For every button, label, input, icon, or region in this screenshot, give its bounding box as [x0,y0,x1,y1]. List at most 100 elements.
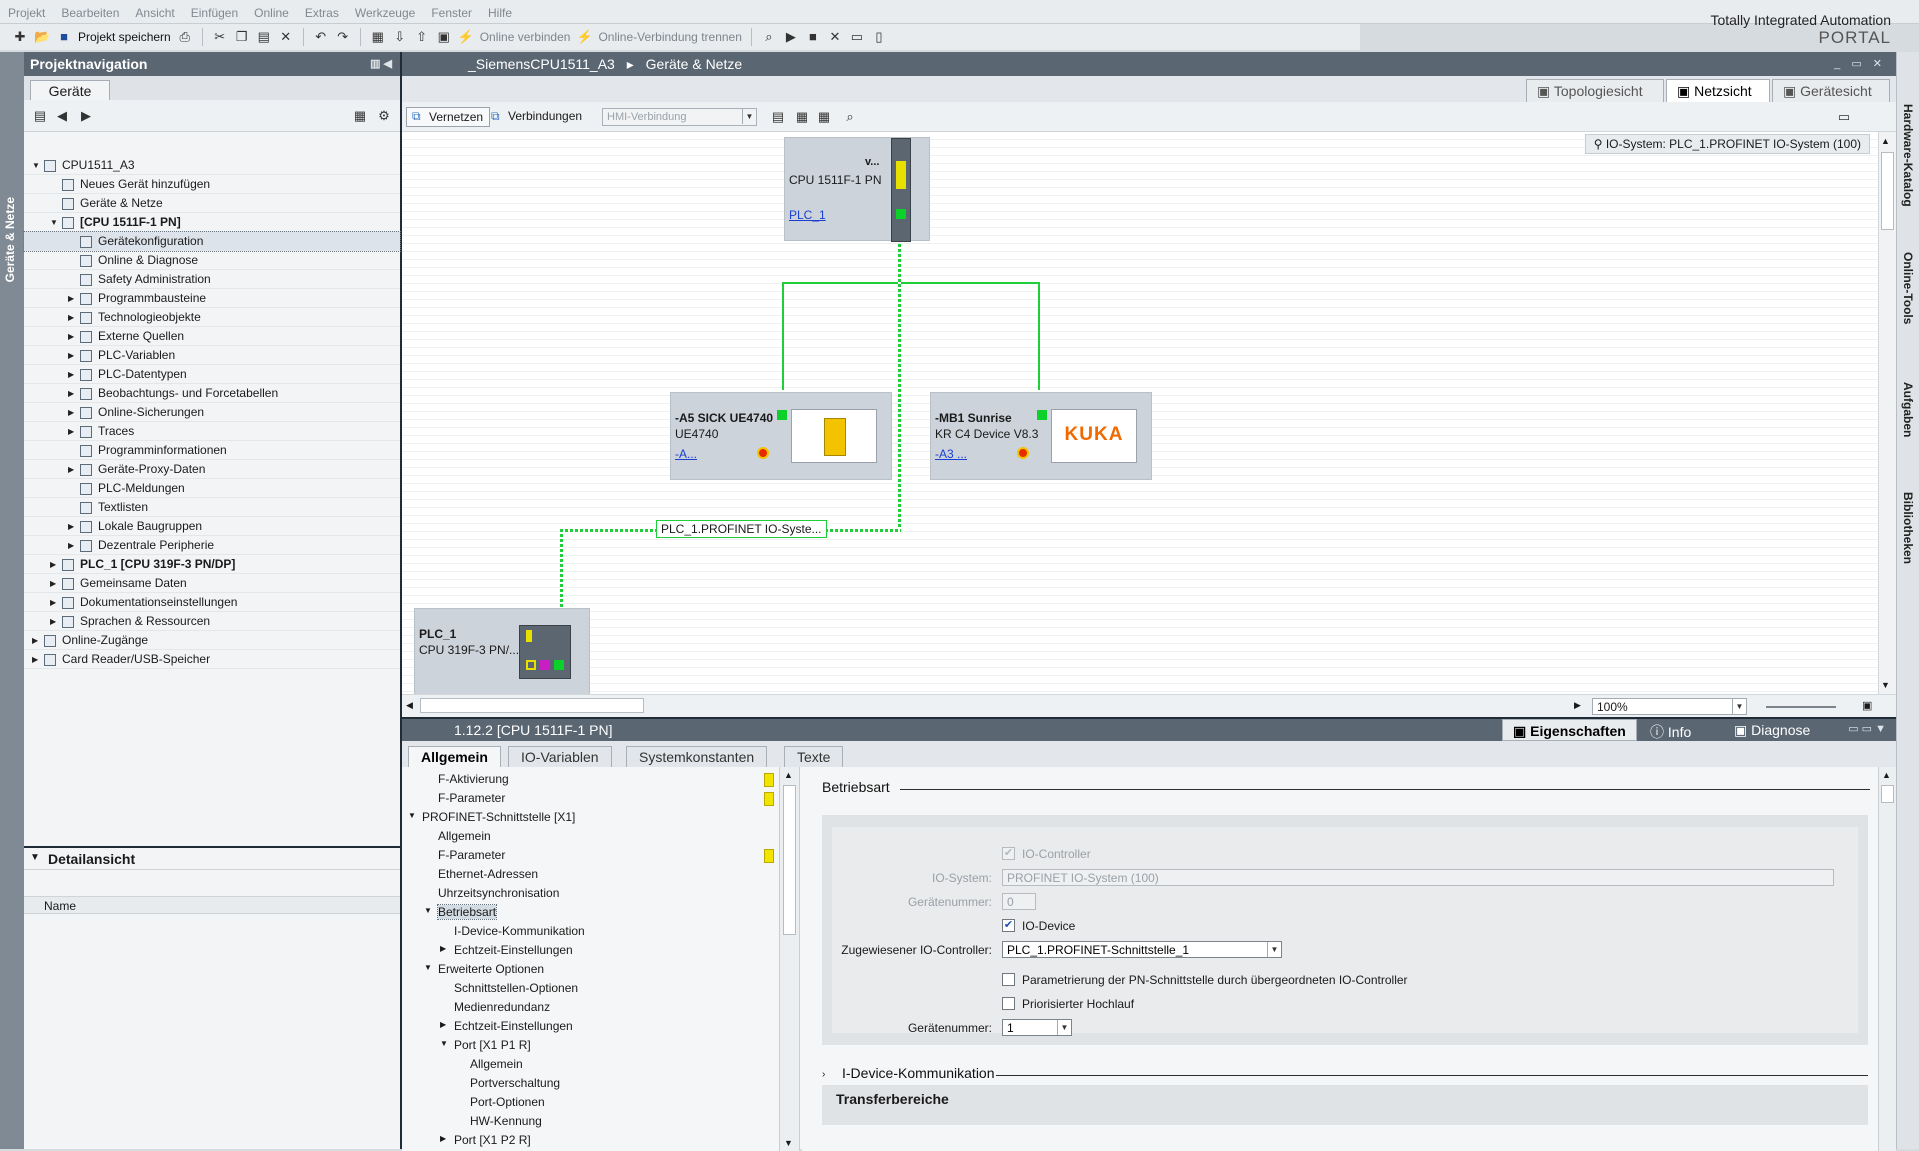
property-tree-item[interactable]: ▶ Echtzeit-Einstellungen [402,1018,779,1036]
tree-item[interactable]: ▶ Geräte-Proxy-Daten [24,460,400,479]
save-icon[interactable]: ■ [56,29,72,45]
device-sick-ue4740[interactable]: -A5 SICK UE4740 UE4740 -A... [670,392,892,480]
close-icon[interactable]: ✕ [827,29,843,45]
property-tree-item[interactable]: ▼ Port [X1 P1 R] [402,1037,779,1055]
port-icon[interactable] [554,660,564,670]
compile-icon[interactable]: ▦ [370,29,386,45]
tree-item[interactable]: ▶ Technologieobjekte [24,308,400,327]
port-icon[interactable] [1037,410,1047,420]
tab-properties[interactable]: ▣ Eigenschaften [1502,719,1637,741]
property-tree-item[interactable]: ▶ Echtzeit-Einstellungen [402,942,779,960]
tree-item[interactable]: ▶ Lokale Baugruppen [24,517,400,536]
disconnect-online-icon[interactable]: ⚡ [576,29,592,45]
collapsed-arrow-icon[interactable]: ▶ [440,944,446,953]
breadcrumb-project[interactable]: _SiemensCPU1511_A3 [414,56,615,72]
scroll-up-icon[interactable]: ▲ [784,770,793,780]
zoom-select[interactable]: 100% ▼ [1592,698,1747,715]
collapsed-arrow-icon[interactable]: ▶ [50,574,56,593]
collapsed-arrow-icon[interactable]: ▶ [68,460,74,479]
tree-options-icon[interactable]: ⚙ [376,108,392,124]
collapsed-arrow-icon[interactable]: ▶ [68,327,74,346]
upload-icon[interactable]: ⇧ [414,29,430,45]
print-icon[interactable]: ⎙ [177,29,193,45]
io-device-checkbox[interactable]: ✔ [1002,919,1015,932]
expanded-arrow-icon[interactable]: ▼ [408,811,416,820]
tab-info[interactable]: ⓘ Info [1640,719,1701,741]
device-number-field[interactable]: 0 [1002,893,1036,910]
collapse-panel-icon[interactable]: ▥ ◀ [370,57,392,70]
online-connect-button[interactable]: Online verbinden [480,30,571,44]
tree-item[interactable]: ▶ Online-Sicherungen [24,403,400,422]
view-details-icon[interactable]: ▦ [352,108,368,124]
connect-online-icon[interactable]: ⚡ [458,29,474,45]
device-kuka-sunrise[interactable]: -MB1 Sunrise KR C4 Device V8.3 -A3 ... K… [930,392,1152,480]
redo-icon[interactable]: ↷ [335,29,351,45]
tree-item[interactable]: ▶ Traces [24,422,400,441]
cut-icon[interactable]: ✂ [212,29,228,45]
expanded-arrow-icon[interactable]: ▼ [424,963,432,972]
save-project-button[interactable]: Projekt speichern [78,30,171,44]
property-tree-item[interactable]: Schnittstellen-Optionen [402,980,779,998]
menu-ansicht[interactable]: Ansicht [127,0,182,20]
collapsed-arrow-icon[interactable]: ▶ [50,555,56,574]
tab-online-tools[interactable]: Online-Tools [1901,252,1915,324]
collapsed-arrow-icon[interactable]: ▶ [68,517,74,536]
prioritized-startup-checkbox[interactable] [1002,997,1015,1010]
collapsed-arrow-icon[interactable]: ▶ [440,1134,446,1143]
scroll-thumb[interactable] [783,785,796,935]
device-plc1-319[interactable]: PLC_1 CPU 319F-3 PN/... [414,608,590,694]
connections-button[interactable]: ⧉ Verbindungen [486,109,582,123]
property-tree-item[interactable]: Allgemein [402,828,779,846]
breadcrumb-page[interactable]: Geräte & Netze [646,56,743,72]
io-controller-checkbox[interactable]: ✔ [1002,847,1015,860]
menu-projekt[interactable]: Projekt [0,0,53,20]
subtab-io-tags[interactable]: IO-Variablen [508,746,612,767]
scroll-left-icon[interactable]: ◀ [406,700,413,711]
simulation-icon[interactable]: ▣ [436,29,452,45]
device-cpu-1511[interactable]: v... CPU 1511F-1 PN PLC_1 [784,137,930,242]
property-tree-item[interactable]: ▼ PROFINET-Schnittstelle [X1] [402,809,779,827]
network-button[interactable]: ⧉ Vernetzen [406,107,491,127]
property-tree-item[interactable]: F-Parameter [402,847,779,865]
menu-werkzeuge[interactable]: Werkzeuge [347,0,423,20]
device-plc-link[interactable]: -A3 ... [935,447,967,461]
property-tree-item[interactable]: HW-Kennung [402,1113,779,1131]
split-vertical-icon[interactable]: ▯ [871,29,887,45]
tree-item[interactable]: Online & Diagnose [24,251,400,270]
collapsed-arrow-icon[interactable]: ▶ [50,612,56,631]
tree-item[interactable]: ▶ Dokumentationseinstellungen [24,593,400,612]
scroll-up-icon[interactable]: ▲ [1882,770,1891,780]
properties-tree-scrollbar[interactable]: ▲ ▼ [780,767,800,1151]
assigned-io-controller-select[interactable]: PLC_1.PROFINET-Schnittstelle_1 ▼ [1002,941,1282,958]
download-icon[interactable]: ⇩ [392,29,408,45]
collapsed-arrow-icon[interactable]: ▶ [68,365,74,384]
detail-view-header[interactable]: ▼ Detailansicht [24,848,400,870]
menu-online[interactable]: Online [246,0,297,20]
network-canvas[interactable]: ⚲ IO-System: PLC_1.PROFINET IO-System (1… [402,132,1878,694]
tree-item[interactable]: ▼ [CPU 1511F-1 PN] [24,213,400,232]
subtab-system-constants[interactable]: Systemkonstanten [626,746,768,767]
property-tree-item[interactable]: Port-Optionen [402,1094,779,1112]
tree-item[interactable]: ▶ PLC-Datentypen [24,365,400,384]
collapsed-arrow-icon[interactable]: ▶ [50,593,56,612]
property-tree-item[interactable]: Portverschaltung [402,1075,779,1093]
scroll-thumb[interactable] [1881,152,1894,230]
paste-icon[interactable]: ▤ [256,29,272,45]
grid-icon[interactable]: ▦ [816,109,832,125]
property-tree-item[interactable]: Allgemein [402,1056,779,1074]
delete-icon[interactable]: ✕ [278,29,294,45]
tree-item[interactable]: ▶ Card Reader/USB-Speicher [24,650,400,669]
tree-item[interactable]: Geräte & Netze [24,194,400,213]
show-io-icon[interactable]: ▦ [794,109,810,125]
scroll-up-icon[interactable]: ▲ [1881,136,1890,146]
scroll-right-icon[interactable]: ▶ [1574,700,1581,711]
tab-hardware-catalog[interactable]: Hardware-Katalog [1901,104,1915,207]
property-tree-item[interactable]: Medienredundanz [402,999,779,1017]
tree-item[interactable]: Safety Administration [24,270,400,289]
device-plc-link[interactable]: PLC_1 [789,208,826,222]
zoom-icon[interactable]: ⌕ [842,109,858,125]
expanded-arrow-icon[interactable]: ▼ [50,213,58,232]
back-icon[interactable]: ◀ [54,108,70,124]
connection-type-dropdown[interactable]: HMI-Verbindung ▼ [602,108,757,126]
copy-icon[interactable]: ❐ [234,29,250,45]
